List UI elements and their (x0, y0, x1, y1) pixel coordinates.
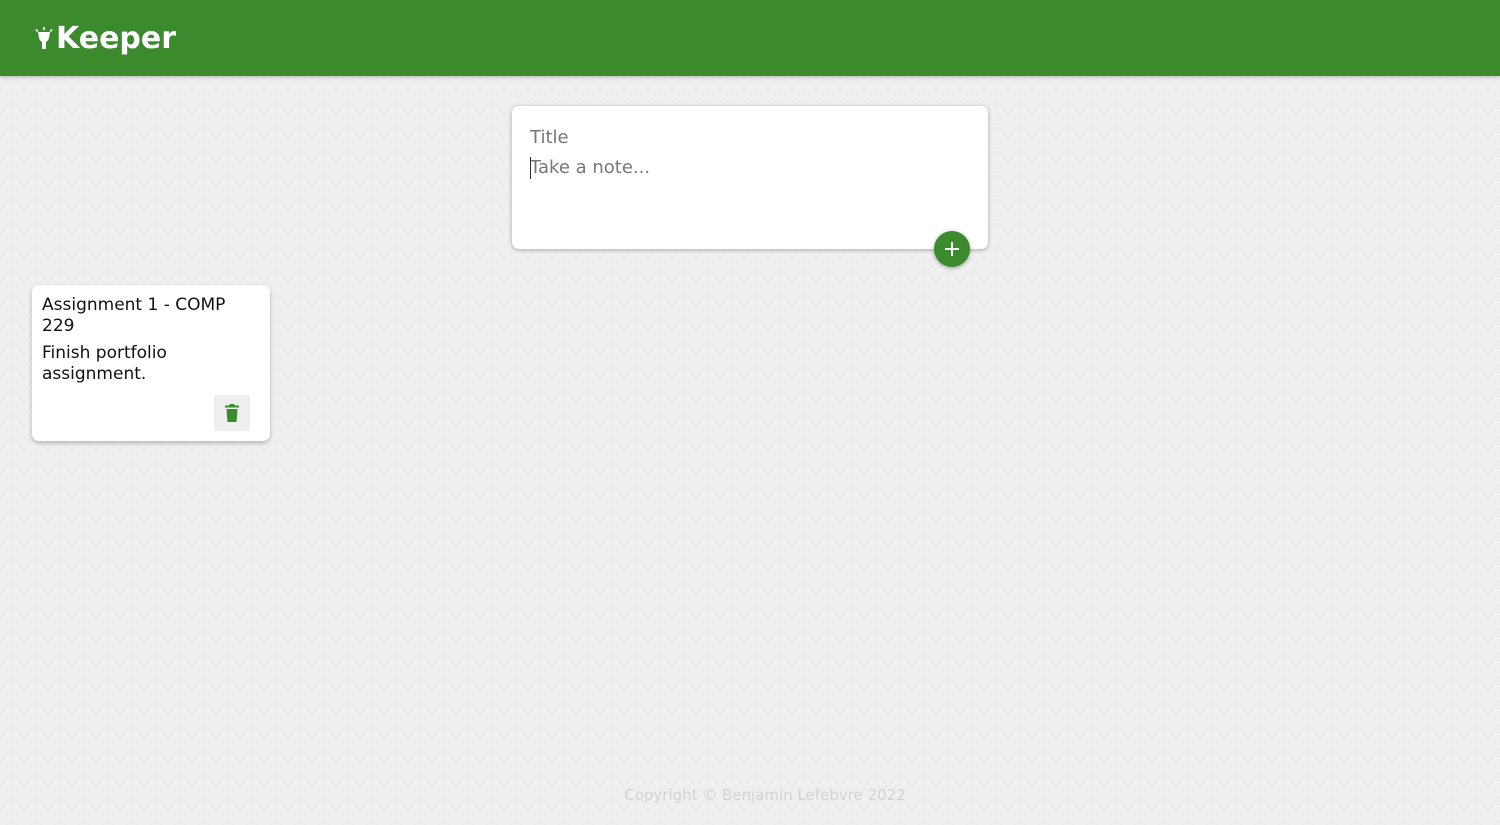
note-content: Finish portfolio assignment. (42, 343, 167, 384)
app-header: Keeper (0, 0, 1500, 76)
trash-icon (225, 404, 239, 422)
plus-icon (945, 242, 959, 256)
add-note-button[interactable] (934, 231, 970, 267)
create-note-form (512, 106, 988, 249)
note-title: Assignment 1 - COMP 229 (42, 295, 226, 336)
note-card: Assignment 1 - COMP 229 Finish portfolio… (32, 285, 270, 441)
app-title: Keeper (56, 21, 177, 56)
note-content-input[interactable] (530, 156, 970, 236)
note-title-input[interactable] (530, 125, 970, 149)
delete-note-button[interactable] (214, 395, 250, 431)
text-cursor (530, 157, 531, 179)
lightbulb-icon (35, 27, 53, 49)
app-logo: Keeper (34, 22, 176, 56)
footer-copyright: Copyright © Benjamin Lefebvre 2022 (624, 786, 906, 804)
